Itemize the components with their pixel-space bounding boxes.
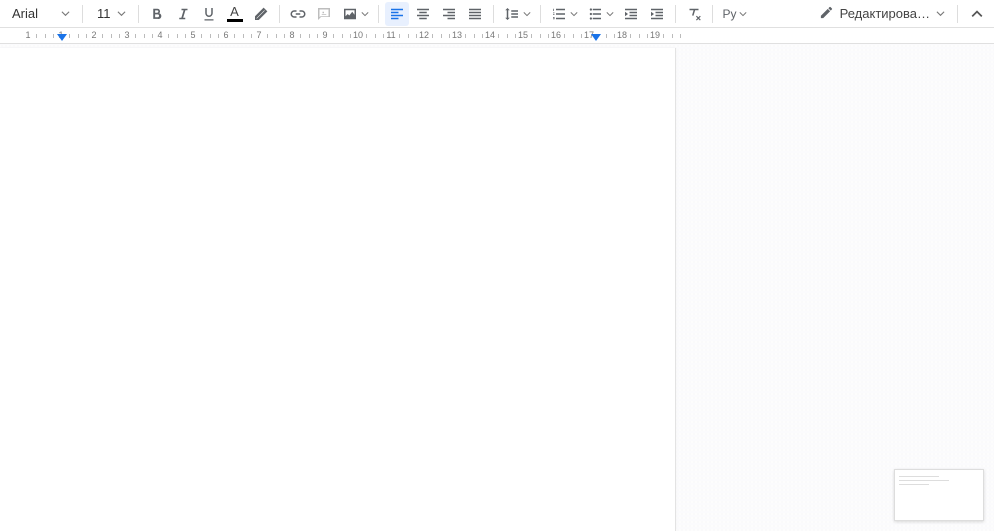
input-tools-button[interactable]: Ру	[719, 2, 751, 26]
explore-panel[interactable]	[894, 469, 984, 521]
explore-thumbnail	[899, 474, 959, 508]
align-right-button[interactable]	[437, 2, 461, 26]
bold-button[interactable]	[145, 2, 169, 26]
decrease-indent-button[interactable]	[619, 2, 643, 26]
separator	[712, 5, 713, 23]
chevron-down-icon	[61, 9, 70, 18]
ruler-number: 1	[25, 30, 30, 40]
bulleted-list-button[interactable]	[583, 2, 617, 26]
document-workspace	[0, 44, 994, 531]
highlight-color-button[interactable]	[249, 2, 273, 26]
numbered-list-button[interactable]	[547, 2, 581, 26]
ruler-number: 2	[91, 30, 96, 40]
italic-button[interactable]	[171, 2, 195, 26]
chevron-down-icon	[117, 9, 126, 18]
ruler-number: 3	[124, 30, 129, 40]
line-spacing-button[interactable]	[500, 2, 534, 26]
formatting-toolbar: Arial 11 A	[0, 0, 994, 28]
ruler-number: 14	[485, 30, 495, 40]
insert-image-button[interactable]	[338, 2, 372, 26]
separator	[540, 5, 541, 23]
ruler-number: 18	[617, 30, 627, 40]
separator	[493, 5, 494, 23]
separator	[675, 5, 676, 23]
pencil-icon	[819, 5, 834, 23]
ruler-number: 15	[518, 30, 528, 40]
ruler-number: 12	[419, 30, 429, 40]
collapse-toolbar-button[interactable]	[964, 8, 990, 20]
separator	[279, 5, 280, 23]
ruler-number: 7	[256, 30, 261, 40]
text-color-swatch	[227, 19, 243, 22]
font-family-dropdown[interactable]: Arial	[4, 3, 76, 25]
ruler-number: 8	[289, 30, 294, 40]
horizontal-ruler[interactable]: 112345678910111213141516171819	[0, 28, 994, 44]
right-indent-marker[interactable]	[590, 33, 602, 44]
document-page[interactable]	[0, 48, 676, 531]
separator	[378, 5, 379, 23]
increase-indent-button[interactable]	[645, 2, 669, 26]
text-color-button[interactable]: A	[223, 2, 247, 26]
separator	[957, 5, 958, 23]
ruler-number: 9	[322, 30, 327, 40]
font-family-value: Arial	[12, 6, 38, 21]
ruler-number: 5	[190, 30, 195, 40]
ruler-number: 4	[157, 30, 162, 40]
clear-formatting-button[interactable]	[682, 2, 706, 26]
ruler-number: 19	[650, 30, 660, 40]
align-left-button[interactable]	[385, 2, 409, 26]
editing-mode-label: Редактирова…	[840, 6, 930, 21]
left-indent-marker[interactable]	[56, 33, 68, 44]
ruler-number: 16	[551, 30, 561, 40]
text-color-icon: A	[230, 6, 239, 18]
ruler-number: 10	[353, 30, 363, 40]
align-justify-button[interactable]	[463, 2, 487, 26]
ruler-number: 13	[452, 30, 462, 40]
ruler-number: 6	[223, 30, 228, 40]
font-size-value: 11	[97, 6, 111, 21]
separator	[138, 5, 139, 23]
separator	[82, 5, 83, 23]
ruler-number: 11	[386, 30, 395, 40]
underline-button[interactable]	[197, 2, 221, 26]
align-center-button[interactable]	[411, 2, 435, 26]
insert-comment-button[interactable]	[312, 2, 336, 26]
insert-link-button[interactable]	[286, 2, 310, 26]
editing-mode-dropdown[interactable]: Редактирова…	[813, 3, 951, 25]
input-tools-label: Ру	[723, 7, 737, 21]
font-size-dropdown[interactable]: 11	[89, 3, 132, 25]
chevron-down-icon	[936, 6, 945, 21]
